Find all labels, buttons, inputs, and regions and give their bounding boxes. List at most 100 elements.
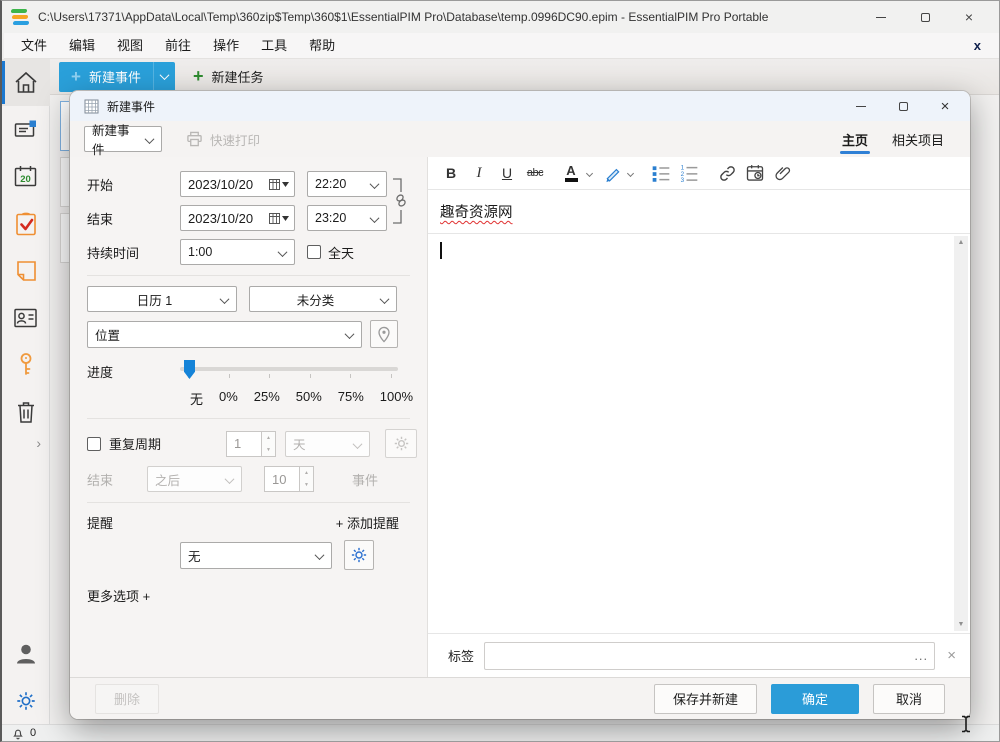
sidebar-item-mail[interactable]: [2, 106, 50, 153]
progress-row: 进度: [87, 360, 427, 381]
editor-body[interactable]: ▲ ▼: [428, 234, 970, 633]
numbered-list-button[interactable]: 123: [676, 160, 702, 186]
sidebar-expand-button[interactable]: ›: [36, 435, 41, 455]
tags-clear-button[interactable]: ×: [945, 647, 958, 664]
dialog-tabs: 主页 相关项目: [830, 121, 956, 157]
start-time-select[interactable]: 22:20: [307, 171, 387, 197]
chevron-down-icon: [370, 179, 380, 189]
scroll-up-icon[interactable]: ▲: [958, 236, 965, 249]
chevron-down-icon: [220, 294, 230, 304]
tab-home[interactable]: 主页: [830, 121, 880, 157]
plus-icon: +: [71, 67, 81, 87]
chevron-down-icon[interactable]: [586, 169, 593, 176]
menu-go[interactable]: 前往: [154, 33, 202, 58]
font-color-button[interactable]: A: [558, 160, 584, 186]
sidebar-item-today[interactable]: [2, 59, 50, 106]
end-date-field[interactable]: 2023/10/20: [180, 205, 295, 231]
strikethrough-button[interactable]: abc: [522, 160, 548, 186]
maximize-button[interactable]: [903, 2, 947, 32]
add-reminder-button[interactable]: + 添加提醒: [336, 513, 399, 532]
spin-up-icon[interactable]: ▲: [262, 432, 275, 444]
repeat-interval-spinner[interactable]: 1 ▲▼: [226, 431, 276, 457]
subject-field[interactable]: 趣奇资源网: [428, 190, 970, 234]
italic-button[interactable]: I: [466, 160, 492, 186]
bullet-list-button[interactable]: [648, 160, 674, 186]
editor-scrollbar[interactable]: ▲ ▼: [954, 236, 968, 631]
sidebar-item-settings[interactable]: [2, 677, 50, 724]
underline-button[interactable]: U: [494, 160, 520, 186]
spin-down-icon[interactable]: ▼: [262, 444, 275, 456]
insert-link-button[interactable]: [714, 160, 740, 186]
all-day-label: 全天: [328, 243, 354, 262]
menu-view[interactable]: 视图: [106, 33, 154, 58]
new-task-button[interactable]: + 新建任务: [193, 66, 264, 87]
tab-related[interactable]: 相关项目: [880, 121, 956, 157]
repeat-checkbox[interactable]: [87, 437, 101, 451]
bold-button[interactable]: B: [438, 160, 464, 186]
start-date-field[interactable]: 2023/10/20: [180, 171, 295, 197]
item-type-select[interactable]: 新建事件: [84, 126, 162, 152]
close-icon: ×: [941, 98, 950, 115]
sidebar: 20 ›: [2, 59, 50, 724]
menu-tools[interactable]: 工具: [250, 33, 298, 58]
menu-help[interactable]: 帮助: [298, 33, 346, 58]
menu-actions[interactable]: 操作: [202, 33, 250, 58]
tags-row: 标签 ... ×: [428, 633, 970, 677]
menubar-close-button[interactable]: x: [974, 38, 981, 53]
dialog-close-button[interactable]: ×: [924, 92, 966, 120]
calendar-value: 日历 1: [137, 290, 172, 309]
spin-down-icon[interactable]: ▼: [300, 479, 313, 491]
tags-input[interactable]: [485, 643, 908, 669]
dialog-minimize-button[interactable]: [840, 92, 882, 120]
insert-date-button[interactable]: [742, 160, 768, 186]
sidebar-item-passwords[interactable]: [2, 341, 50, 388]
highlight-button[interactable]: [599, 160, 625, 186]
repeat-settings-button[interactable]: [385, 429, 417, 458]
repeat-count-spinner[interactable]: 10 ▲▼: [264, 466, 314, 492]
duration-select[interactable]: 1:00: [180, 239, 295, 265]
more-options-link[interactable]: 更多选项 +: [87, 586, 150, 605]
new-event-dropdown-button[interactable]: [153, 62, 175, 92]
sidebar-item-calendar[interactable]: 20: [2, 153, 50, 200]
progress-slider[interactable]: [180, 360, 398, 378]
sidebar-item-trash[interactable]: [2, 388, 50, 435]
tags-more-button[interactable]: ...: [908, 643, 934, 669]
repeat-end-mode-select[interactable]: 之后: [147, 466, 242, 492]
save-and-new-button[interactable]: 保存并新建: [654, 684, 757, 714]
menu-file[interactable]: 文件: [10, 33, 58, 58]
attach-file-button[interactable]: [770, 160, 796, 186]
sidebar-item-tasks[interactable]: [2, 200, 50, 247]
end-time-select[interactable]: 23:20: [307, 205, 387, 231]
tags-input-wrap: ...: [484, 642, 935, 670]
repeat-unit-select[interactable]: 天: [285, 431, 370, 457]
category-select[interactable]: 未分类: [249, 286, 397, 312]
minimize-button[interactable]: [859, 2, 903, 32]
sidebar-item-contacts[interactable]: [2, 294, 50, 341]
all-day-checkbox[interactable]: 全天: [307, 243, 354, 262]
sidebar-item-profile[interactable]: [2, 630, 50, 677]
location-select[interactable]: 位置: [87, 321, 362, 348]
scroll-down-icon[interactable]: ▼: [958, 618, 965, 631]
gear-icon: [15, 690, 37, 712]
reminder-select[interactable]: 无: [180, 542, 332, 569]
sidebar-item-notes[interactable]: [2, 247, 50, 294]
category-value: 未分类: [297, 290, 335, 309]
spin-up-icon[interactable]: ▲: [300, 467, 313, 479]
link-times-icon: [392, 173, 410, 229]
text-caret: [440, 242, 442, 259]
chevron-down-icon[interactable]: [627, 169, 634, 176]
ok-button[interactable]: 确定: [771, 684, 859, 714]
repeat-count-unit-label: 事件: [352, 470, 378, 489]
cancel-button[interactable]: 取消: [873, 684, 945, 714]
close-button[interactable]: ×: [947, 2, 991, 32]
delete-button[interactable]: 删除: [95, 684, 159, 714]
new-event-button[interactable]: + 新建事件: [59, 62, 153, 92]
home-icon: [13, 70, 39, 96]
dialog-maximize-button[interactable]: [882, 92, 924, 120]
calendar-select[interactable]: 日历 1: [87, 286, 237, 312]
menu-edit[interactable]: 编辑: [58, 33, 106, 58]
new-event-split-button[interactable]: + 新建事件: [59, 62, 175, 92]
map-pin-button[interactable]: [370, 320, 398, 348]
quick-print-button[interactable]: 快速打印: [186, 130, 260, 149]
reminder-settings-button[interactable]: [344, 540, 374, 570]
